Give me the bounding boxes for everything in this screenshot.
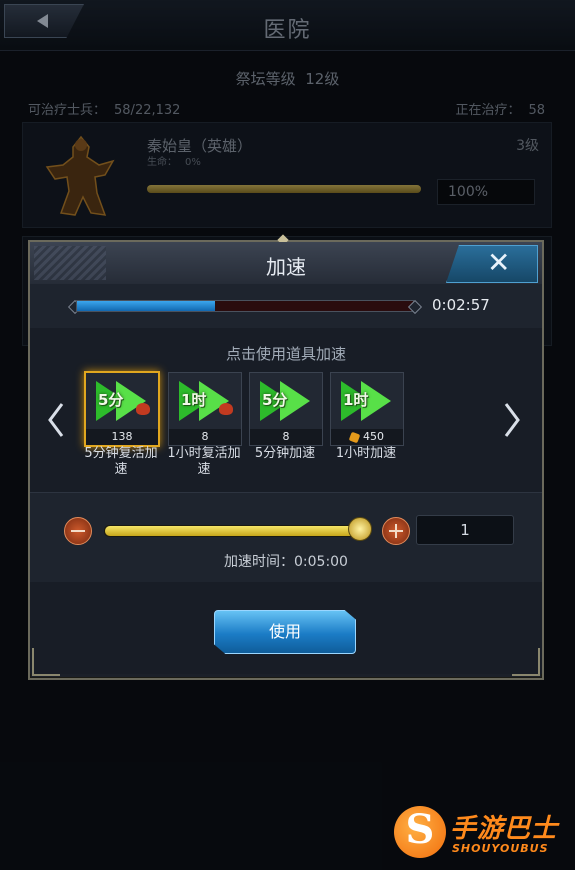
slider-handle[interactable] <box>348 517 372 541</box>
time-progress-bar <box>76 300 414 312</box>
use-button[interactable]: 使用 <box>214 610 356 654</box>
item-count: 138 <box>86 429 158 445</box>
item-badge: 5分 <box>262 391 288 409</box>
speed-time-label: 加速时间：0:05:00 <box>224 554 348 570</box>
items-hint: 点击使用道具加速 <box>225 345 346 363</box>
item-label: 5分钟复活加速 <box>84 446 158 477</box>
close-icon: ✕ <box>487 246 511 279</box>
item-slot-2[interactable]: 1时 8 <box>168 372 242 446</box>
remaining-time: 0:02:57 <box>432 296 490 314</box>
speedup-dialog: 加速 ✕ 0:02:57 点击使用道具加速 5分 138 5分钟复活加速 1时 … <box>28 234 544 680</box>
item-badge: 1时 <box>181 391 207 409</box>
item-count: 8 <box>250 429 322 445</box>
item-badge: 1时 <box>343 391 369 409</box>
watermark-text: 手游巴士 <box>450 814 559 844</box>
item-count: 8 <box>169 429 241 445</box>
item-slot-1[interactable]: 5分 138 <box>84 371 160 447</box>
item-count: 450 <box>331 429 403 445</box>
watermark-logo: S 手游巴士 SHOUYOUBUS <box>394 802 566 862</box>
dialog-header: 加速 ✕ <box>30 242 542 285</box>
corner-ornament <box>32 648 60 676</box>
item-label: 5分钟加速 <box>254 446 316 461</box>
next-arrow-button[interactable] <box>502 402 522 438</box>
item-badge: 5分 <box>98 391 124 409</box>
slider-fill <box>105 526 363 536</box>
gold-icon <box>348 431 361 443</box>
revive-icon <box>136 403 150 415</box>
time-progress-fill <box>77 301 215 311</box>
decrease-button[interactable] <box>64 517 92 545</box>
quantity-area: 1 加速时间：0:05:00 <box>30 492 542 583</box>
logo-s-glyph: S <box>405 806 435 853</box>
quantity-slider[interactable] <box>104 525 364 537</box>
close-button[interactable]: ✕ <box>446 245 538 283</box>
item-count-value: 450 <box>363 430 384 443</box>
item-label: 1小时复活加速 <box>167 446 241 477</box>
items-area: 点击使用道具加速 5分 138 5分钟复活加速 1时 8 1小时复活加速 5分 … <box>30 328 542 492</box>
quantity-input[interactable]: 1 <box>416 515 514 545</box>
remaining-time-row: 0:02:57 <box>30 284 542 329</box>
item-label: 1小时加速 <box>335 446 397 461</box>
action-area: 使用 <box>30 582 542 674</box>
item-slot-4[interactable]: 1时 450 <box>330 372 404 446</box>
prev-arrow-button[interactable] <box>46 402 66 438</box>
chevron-right-icon <box>504 403 520 437</box>
increase-button[interactable] <box>382 517 410 545</box>
revive-icon <box>219 403 233 415</box>
watermark-subtext: SHOUYOUBUS <box>452 842 549 855</box>
chevron-left-icon <box>48 403 64 437</box>
corner-ornament <box>512 648 540 676</box>
item-slot-3[interactable]: 5分 8 <box>249 372 323 446</box>
